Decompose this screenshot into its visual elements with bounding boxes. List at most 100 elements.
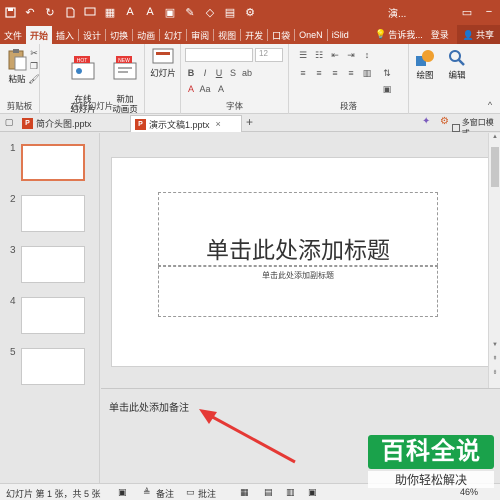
copy-icon[interactable]: ❐ [28,61,40,71]
draw-button[interactable]: 绘图 [411,48,439,80]
reading-view-icon[interactable]: ▥ [286,487,295,498]
increase-indent-icon[interactable]: ⇥ [345,50,357,60]
doc-tab-presentation1[interactable]: P 演示文稿1.pptx × [130,115,242,132]
tab-review[interactable]: 审阅 [187,26,213,44]
tab-insert[interactable]: 插入 [52,26,78,44]
grid-icon[interactable]: ▦ [100,0,120,24]
tab-file[interactable]: 文件 [0,26,26,44]
slide-thumbnail-3[interactable] [21,246,85,283]
pin-icon[interactable]: ✦ [422,116,430,127]
font-name-select[interactable] [185,48,253,62]
bold-icon[interactable]: B [185,68,197,78]
title-placeholder-text: 单击此处添加标题 [206,237,390,263]
columns-icon[interactable]: ▥ [361,68,373,78]
clipboard-group-label: 剪贴板 [6,101,33,111]
tab-view[interactable]: 视图 [214,26,240,44]
tab-animations[interactable]: 动画 [133,26,159,44]
title-placeholder[interactable]: 单击此处添加标题 [158,192,438,266]
save-icon[interactable] [0,0,20,24]
subtitle-placeholder-text: 单击此处添加副标题 [262,271,334,280]
notes-icon[interactable]: ≜ [143,487,151,498]
add-tab-button[interactable]: + [246,115,253,129]
justify-icon[interactable]: ≡ [345,68,357,78]
tell-me-input[interactable]: 告诉我... [388,28,423,41]
collapse-ribbon-icon[interactable]: ^ [484,100,496,110]
spellcheck-icon[interactable]: ▣ [118,487,127,498]
sorter-view-icon[interactable]: ▤ [264,487,273,498]
slide-thumbnail-4[interactable] [21,297,85,334]
tab-transitions[interactable]: 切换 [106,26,132,44]
window-title: 演... [388,9,407,20]
tab-islide[interactable]: iSlid [328,26,353,44]
window-controls: ▭ − [456,0,500,24]
picture-icon[interactable]: ▣ [160,0,180,24]
notes-toggle[interactable]: 备注 [156,487,174,500]
login-link[interactable]: 登录 [431,28,449,41]
italic-icon[interactable]: I [199,68,211,78]
doc-tab-intro[interactable]: P 简介头图.pptx [18,115,128,132]
slide-thumbnail-1[interactable] [21,144,85,181]
numbered-list-icon[interactable]: ☷ [313,50,325,60]
close-tab-icon[interactable]: × [216,119,221,129]
tabs-menu-icon[interactable]: ▢ [3,117,15,127]
tab-slideshow[interactable]: 幻灯 [160,26,186,44]
ribbon-options-icon[interactable]: ▭ [456,0,478,24]
paste-button[interactable]: 粘贴 [5,48,29,84]
brush-icon[interactable]: ✎ [180,0,200,24]
gear-icon[interactable]: ⚙ [240,0,260,24]
font-icon[interactable]: A [140,0,160,24]
font-size-select[interactable]: 12 [255,48,283,62]
strikethrough-icon[interactable]: ab [241,68,253,78]
slide-thumbnail-5[interactable] [21,348,85,385]
tab-developer[interactable]: 开发 [241,26,267,44]
scroll-up-icon[interactable]: ▲ [489,134,500,144]
slideshow-view-icon[interactable]: ▣ [308,487,317,498]
line-spacing-icon[interactable]: ↕ [361,50,373,60]
slides-button[interactable]: 幻灯片 [147,48,179,78]
slide-thumbnail-2[interactable] [21,195,85,232]
change-case-icon[interactable]: A [215,84,227,94]
slideshow-icon[interactable] [80,0,100,24]
tab-pocket[interactable]: 口袋 [268,26,294,44]
align-center-icon[interactable]: ≡ [313,68,325,78]
decrease-indent-icon[interactable]: ⇤ [329,50,341,60]
undo-icon[interactable]: ↶ [20,0,40,24]
redo-icon[interactable]: ↻ [40,0,60,24]
cut-icon[interactable]: ✂ [28,48,40,58]
edit-button[interactable]: 编辑 [443,48,471,80]
format-icon[interactable]: ▤ [220,0,240,24]
align-right-icon[interactable]: ≡ [329,68,341,78]
ppt-file-icon: P [135,118,146,130]
normal-view-icon[interactable]: ▦ [240,487,249,498]
settings-icon[interactable]: ⚙ [440,116,449,127]
comments-toggle[interactable]: 批注 [198,487,216,500]
vertical-scrollbar[interactable]: ▲ ▼ ⇞ ⇟ [488,133,500,388]
tab-home[interactable]: 开始 [26,26,53,44]
scroll-down-icon[interactable]: ▼ [489,342,500,352]
comment-icon[interactable]: ▭ [186,487,195,498]
tab-onenote[interactable]: OneN [295,26,327,44]
minimize-icon[interactable]: − [478,0,500,24]
previous-slide-icon[interactable]: ⇞ [489,355,500,365]
font-color-icon[interactable]: A [120,0,140,24]
shadow-icon[interactable]: S [227,68,239,78]
smartart-icon[interactable]: ▣ [381,84,393,94]
shapes-icon[interactable]: ◇ [200,0,220,24]
highlight-icon[interactable]: Aa [199,84,211,94]
doc-tab-label: 演示文稿1.pptx [149,119,210,130]
share-button[interactable]: 👤 共享 [456,24,500,44]
format-painter-icon[interactable]: 🖌 [28,74,40,84]
tab-design[interactable]: 设计 [79,26,105,44]
font-color-icon[interactable]: A [185,84,197,94]
slide-canvas[interactable]: 单击此处添加标题 单击此处添加副标题 [111,157,489,367]
paste-label: 粘贴 [8,74,26,84]
title-bar: ↶ ↻ ▦ A A ▣ ✎ ◇ ▤ ⚙ 演... ▭ − [0,0,500,24]
text-direction-icon[interactable]: ⇅ [381,68,393,78]
align-left-icon[interactable]: ≡ [297,68,309,78]
next-slide-icon[interactable]: ⇟ [489,369,500,379]
new-icon[interactable] [60,0,80,24]
underline-icon[interactable]: U [213,68,225,78]
scrollbar-thumb[interactable] [491,147,499,187]
subtitle-placeholder[interactable]: 单击此处添加副标题 [158,266,438,317]
bullet-list-icon[interactable]: ☰ [297,50,309,60]
